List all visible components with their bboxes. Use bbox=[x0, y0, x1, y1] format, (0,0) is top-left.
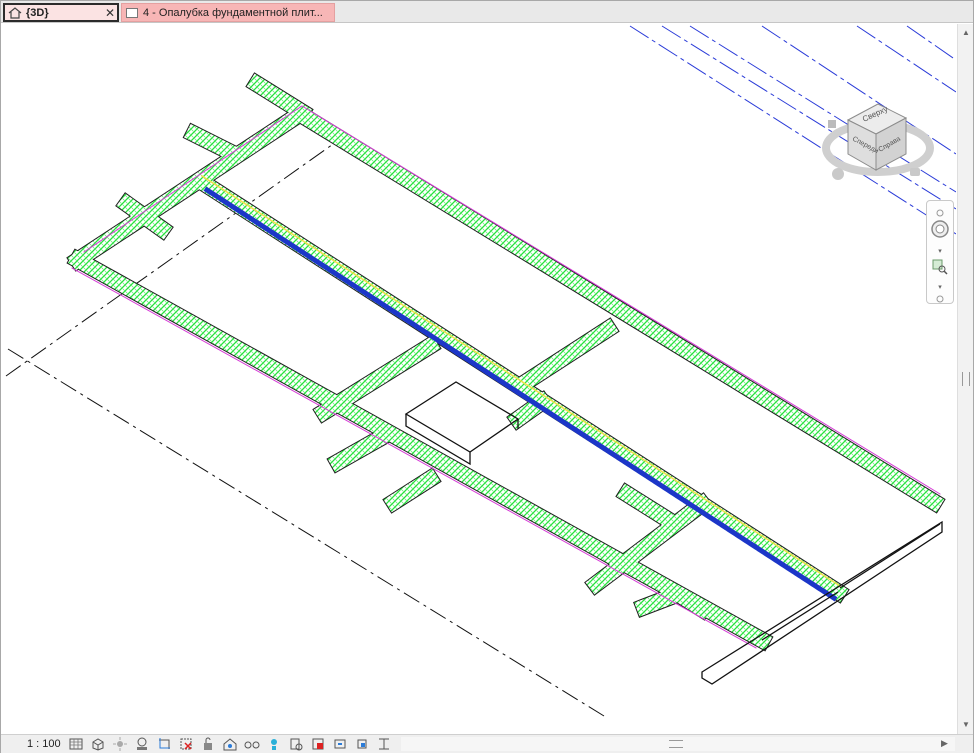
sheet-icon bbox=[125, 7, 139, 19]
steering-wheel-icon[interactable] bbox=[930, 219, 950, 239]
scroll-right-icon[interactable]: ▶ bbox=[941, 738, 948, 749]
vertical-scrollbar[interactable]: ▲ ▼ bbox=[957, 24, 973, 734]
temporary-hide-icon[interactable] bbox=[219, 735, 241, 753]
grid-lines bbox=[5, 141, 605, 717]
temporary-view-properties-icon[interactable] bbox=[373, 735, 395, 753]
shadows-icon[interactable] bbox=[131, 735, 153, 753]
view-window: {3D} ✕ 4 - Опалубка фундаментной плит... bbox=[0, 0, 974, 753]
tab-label: 4 - Опалубка фундаментной плит... bbox=[143, 6, 323, 19]
home-icon bbox=[8, 6, 22, 19]
show-crop-icon[interactable] bbox=[175, 735, 197, 753]
navigation-bar: ▾ ▾ bbox=[926, 200, 954, 304]
scroll-thumb[interactable] bbox=[669, 740, 683, 748]
viewcube[interactable]: Сверху Спереди Справа bbox=[814, 76, 940, 196]
rebar-beams bbox=[66, 72, 946, 652]
3d-viewport[interactable]: Сверху Спереди Справа ▾ ▾ bbox=[2, 24, 956, 734]
view-scale[interactable]: 1 : 100 bbox=[1, 738, 65, 750]
worksharing-icon[interactable] bbox=[263, 735, 285, 753]
foundation-model bbox=[5, 25, 956, 717]
tab-label: {3D} bbox=[26, 6, 49, 19]
scroll-thumb[interactable] bbox=[962, 372, 970, 386]
sun-path-icon[interactable] bbox=[109, 735, 131, 753]
visual-style-icon[interactable] bbox=[87, 735, 109, 753]
unlock-3d-icon[interactable] bbox=[197, 735, 219, 753]
close-icon[interactable]: ✕ bbox=[103, 6, 117, 20]
view-tab-bar: {3D} ✕ 4 - Опалубка фундаментной плит... bbox=[1, 1, 973, 23]
nav-bar-options-icon[interactable] bbox=[930, 289, 950, 309]
tab-sheet-view[interactable]: 4 - Опалубка фундаментной плит... bbox=[121, 3, 335, 22]
scroll-down-icon[interactable]: ▼ bbox=[961, 720, 971, 730]
tab-3d-view[interactable]: {3D} ✕ bbox=[3, 3, 119, 22]
scroll-up-icon[interactable]: ▲ bbox=[961, 28, 971, 38]
reveal-hidden-icon[interactable] bbox=[241, 735, 263, 753]
detail-level-icon[interactable] bbox=[65, 735, 87, 753]
constraints-icon[interactable] bbox=[329, 735, 351, 753]
horizontal-scrollbar[interactable]: ▶ bbox=[401, 737, 955, 751]
zoom-icon[interactable] bbox=[930, 257, 950, 277]
view-control-bar: 1 : 100 ◀ ▶ bbox=[1, 734, 973, 753]
reveal-constraints-icon[interactable] bbox=[351, 735, 373, 753]
analytical-model-icon[interactable] bbox=[285, 735, 307, 753]
highlight-boundaries-icon[interactable] bbox=[307, 735, 329, 753]
crop-view-icon[interactable] bbox=[153, 735, 175, 753]
